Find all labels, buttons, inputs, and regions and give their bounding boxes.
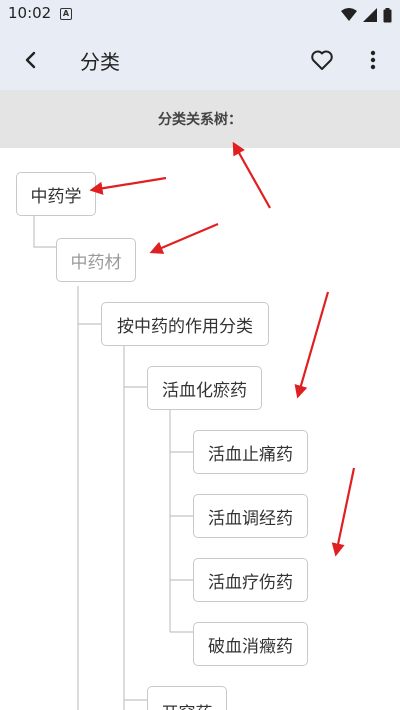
tree-node-level1[interactable]: 中药材: [56, 238, 136, 282]
tree-node-level4-1[interactable]: 活血止痛药: [193, 430, 308, 474]
back-arrow-icon: [25, 51, 36, 69]
red-arrow-to-root: [89, 176, 167, 195]
app-bar: 分类: [0, 30, 400, 90]
red-arrow-to-level4: [331, 467, 356, 557]
tree-section-header: 分类关系树：: [0, 90, 400, 148]
wifi-icon: [341, 8, 357, 21]
status-time: 10:02: [8, 4, 52, 22]
tree-node-level4-4[interactable]: 破血消癥药: [193, 622, 308, 666]
red-arrow-to-level2: [294, 291, 330, 399]
tree-node-level2[interactable]: 按中药的作用分类: [101, 302, 269, 346]
status-bar: 10:02 A: [0, 0, 400, 30]
status-icons: [341, 6, 392, 24]
red-arrow-to-level1: [149, 222, 219, 254]
tree-node-root[interactable]: 中药学: [16, 172, 96, 216]
red-arrow-to-header: [232, 141, 271, 209]
favorite-button[interactable]: [306, 44, 338, 76]
connector-root-level1: [33, 216, 56, 248]
signal-icon: [363, 8, 377, 22]
page-title: 分类: [80, 50, 120, 74]
tree-node-level4-3[interactable]: 活血疗伤药: [193, 558, 308, 602]
more-vert-icon: [370, 50, 376, 70]
a-badge-icon: A: [60, 8, 72, 20]
tree-node-level3[interactable]: 活血化瘀药: [147, 366, 262, 410]
back-button[interactable]: [14, 44, 46, 76]
tree-node-level3-next[interactable]: 开窍药: [147, 686, 227, 710]
more-button[interactable]: [358, 44, 388, 76]
battery-icon: [383, 7, 392, 22]
tree-node-level4-2[interactable]: 活血调经药: [193, 494, 308, 538]
heart-outline-icon: [311, 50, 333, 70]
